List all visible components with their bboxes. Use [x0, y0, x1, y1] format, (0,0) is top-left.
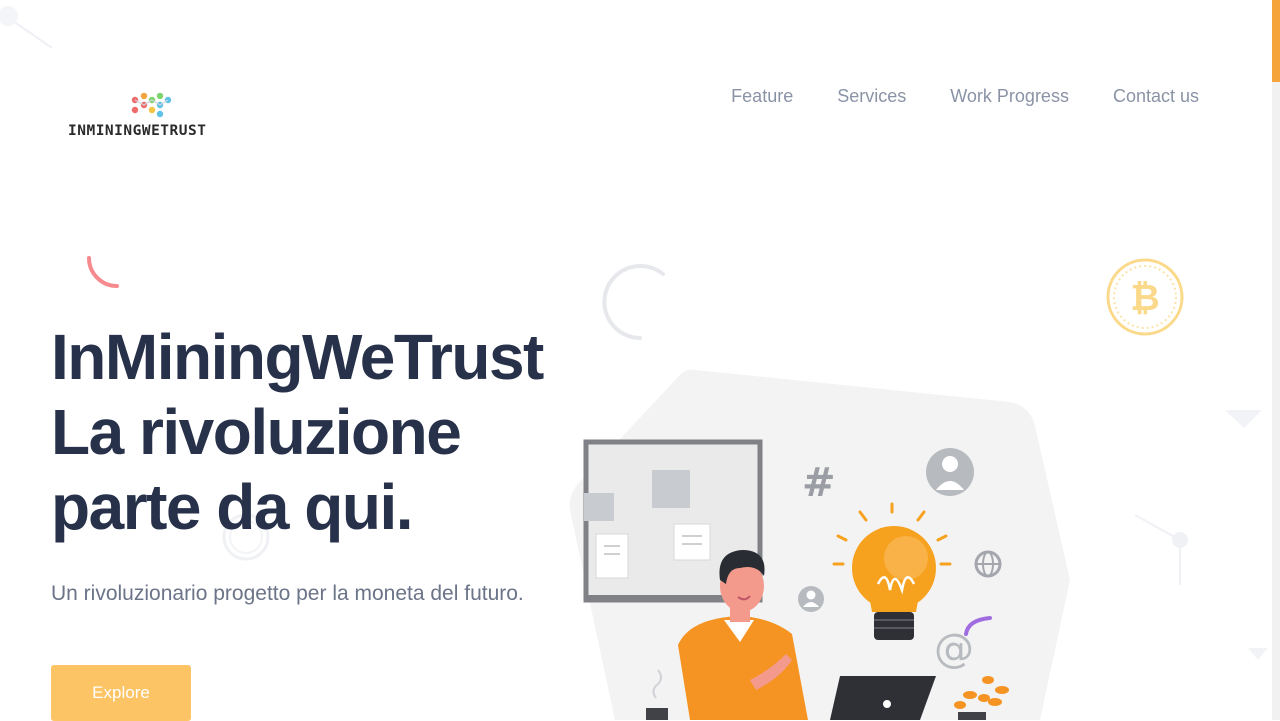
nav-item-contact-us[interactable]: Contact us [1113, 84, 1199, 108]
hero-title-line: parte da qui. [51, 471, 414, 543]
main-nav: Feature Services Work Progress Contact u… [731, 84, 1199, 108]
hero-illustration: # @ [569, 369, 1070, 720]
svg-text:₿: ₿ [1130, 278, 1159, 319]
hero-title: InMiningWeTrust La rivoluzione parte da … [51, 320, 611, 545]
brand-logo[interactable]: INMININGWETRUST [68, 92, 238, 142]
explore-button[interactable]: Explore [51, 665, 191, 721]
hero-title-line: InMiningWeTrust [51, 321, 544, 393]
brand-name: INMININGWETRUST [68, 123, 207, 139]
logo-mark-icon [131, 92, 172, 118]
scrollbar-thumb[interactable] [1272, 0, 1280, 82]
hero-title-line: La rivoluzione [51, 396, 462, 468]
hero-subtitle: Un rivoluzionario progetto per la moneta… [51, 582, 524, 605]
bitcoin-icon: ₿ [1106, 258, 1184, 336]
svg-text:#: # [802, 460, 836, 506]
nav-item-work-progress[interactable]: Work Progress [950, 84, 1069, 108]
nav-item-feature[interactable]: Feature [731, 84, 793, 108]
nav-item-services[interactable]: Services [837, 84, 906, 108]
scrollbar[interactable] [1272, 0, 1280, 720]
